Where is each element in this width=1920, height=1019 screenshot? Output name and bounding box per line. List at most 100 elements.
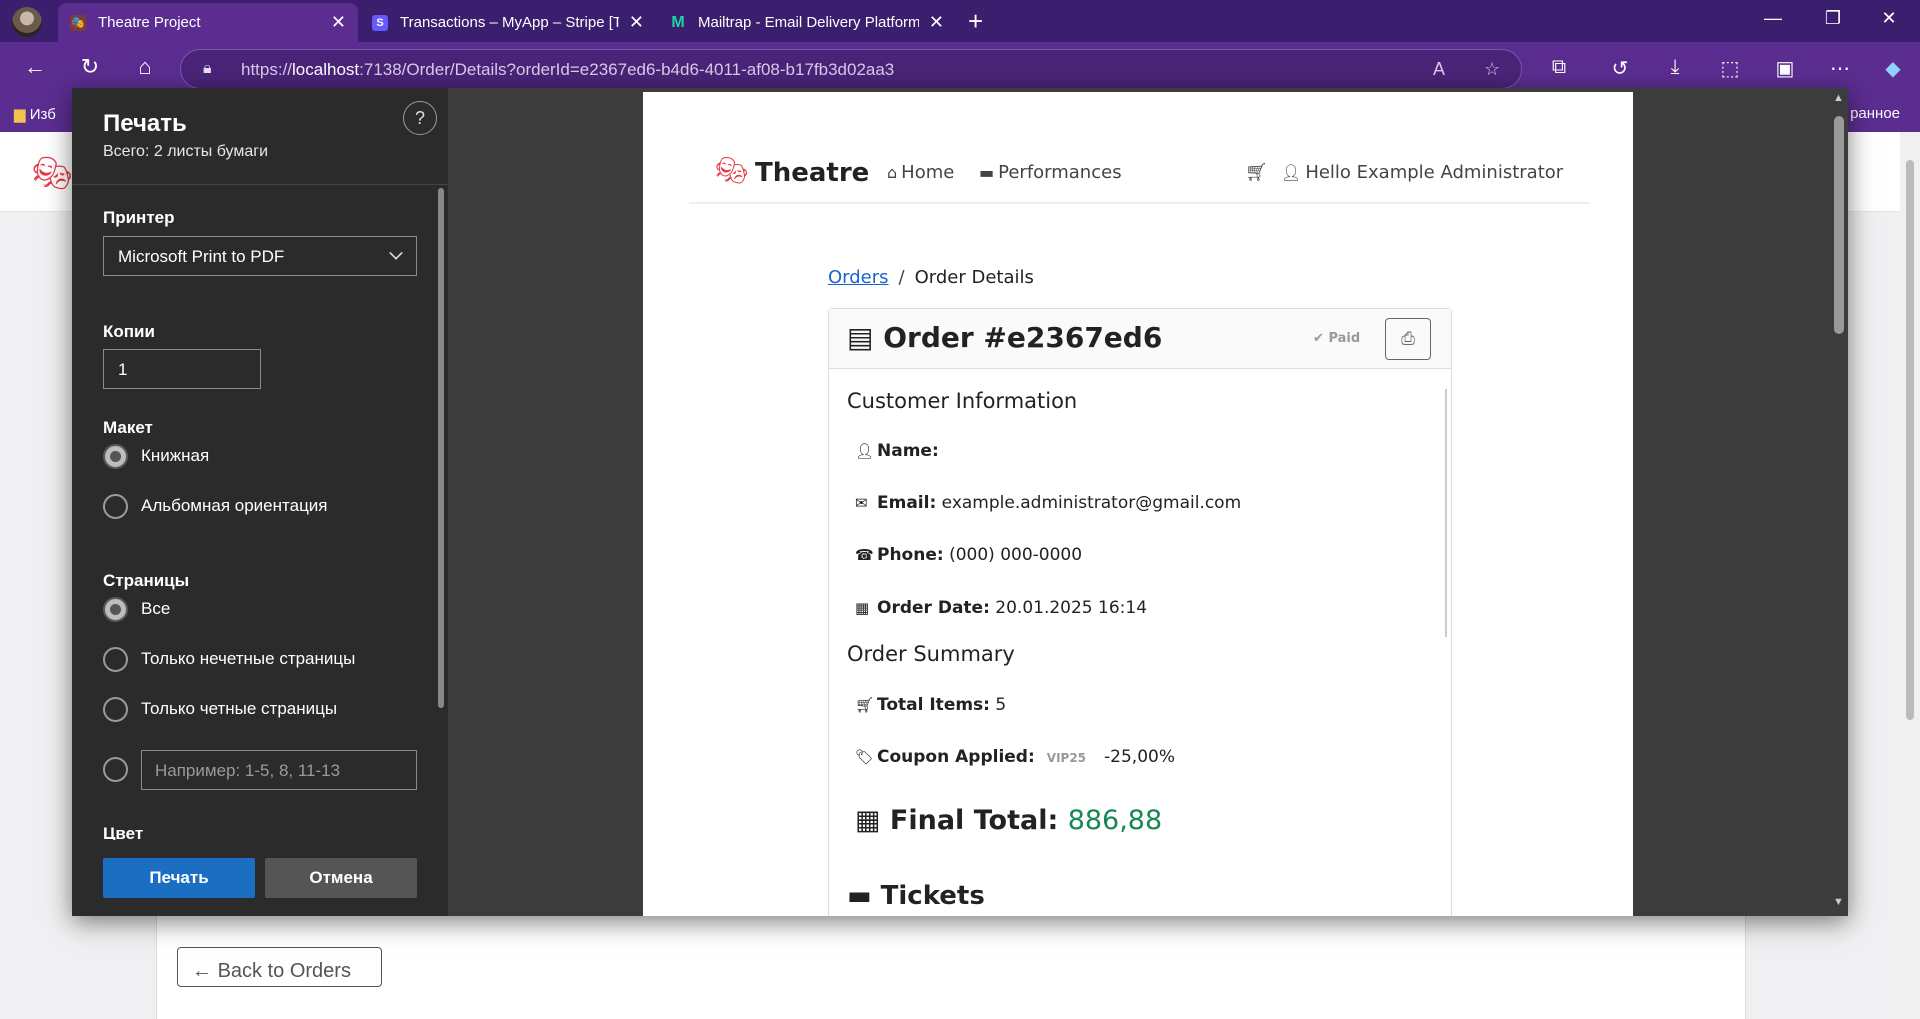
brand-name: Theatre <box>755 158 870 188</box>
tab-stripe-transactions[interactable]: S Transactions – MyApp – Stripe [Te ✕ <box>360 3 656 42</box>
customer-name-row: 👤︎ Name: <box>855 441 939 461</box>
pages-odd-option[interactable]: Только нечетные страницы <box>103 646 355 672</box>
option-label: Только четные страницы <box>141 699 338 718</box>
order-card: ▤ Order #e2367ed6 ✔ Paid ⎙ Customer Info… <box>828 308 1452 916</box>
pages-all-option[interactable]: Все <box>103 596 170 622</box>
refresh-icon[interactable]: ↻ <box>75 54 105 80</box>
scroll-down-icon[interactable]: ▼ <box>1833 896 1844 908</box>
coupon-code: VIP25 <box>1046 751 1087 765</box>
profile-avatar[interactable] <box>12 7 42 37</box>
tab-theatre-project[interactable]: 🎭 Theatre Project ✕ <box>58 3 358 42</box>
close-tab-icon[interactable]: ✕ <box>629 12 644 33</box>
radio-unselected[interactable] <box>103 493 128 519</box>
tab-title: Theatre Project <box>98 14 201 31</box>
layout-landscape-option[interactable]: Альбомная ориентация <box>103 493 328 519</box>
folder-icon: ▆ <box>14 106 26 123</box>
scrollbar-thumb[interactable] <box>1906 160 1914 720</box>
more-menu-icon[interactable]: ⋯ <box>1825 56 1855 81</box>
restore-icon[interactable]: ❐ <box>1818 8 1848 29</box>
nav-home: ⌂ Home <box>887 162 955 183</box>
cart-icon: 🛒︎ <box>1245 162 1268 183</box>
calendar-icon: ▦ <box>855 599 870 617</box>
download-icon[interactable]: ⤓ <box>1660 56 1690 79</box>
url-text[interactable]: https://localhost:7138/Order/Details?ord… <box>241 60 894 80</box>
option-label: Альбомная ориентация <box>141 496 328 515</box>
copilot-icon[interactable]: ◆ <box>1878 56 1908 81</box>
chevron-down-icon <box>389 246 403 260</box>
dialog-title: Печать <box>103 110 187 137</box>
preview-navbar: 🎭︎ Theatre ⌂ Home ▬ Performances 🛒︎ 👤︎ Hell… <box>689 138 1589 204</box>
scrollbar-thumb[interactable] <box>1834 116 1844 334</box>
theatre-masks-icon[interactable]: 🎭︎ <box>32 154 73 192</box>
option-label: Только нечетные страницы <box>141 649 356 668</box>
radio-selected[interactable] <box>103 596 128 622</box>
tag-icon: 🏷︎ <box>855 748 875 766</box>
coupon-row: 🏷︎ Coupon Applied: VIP25 -25,00% <box>855 747 1175 767</box>
print-button[interactable]: Печать <box>103 858 255 898</box>
page-range-input[interactable]: Например: 1-5, 8, 11-13 <box>141 750 417 790</box>
theatre-favicon-icon: 🎭 <box>70 14 86 31</box>
cart-icon: 🛒︎ <box>855 696 875 714</box>
ticket-icon: ▬ <box>979 163 995 182</box>
screenshot-icon[interactable]: ⬚ <box>1715 56 1745 81</box>
printer-value: Microsoft Print to PDF <box>118 247 285 266</box>
tickets-heading: ▬ Tickets <box>847 881 985 911</box>
theatre-masks-icon: 🎭︎ <box>715 156 749 186</box>
pages-custom-option[interactable] <box>103 756 141 782</box>
user-icon: 👤︎ <box>1281 163 1302 182</box>
minimize-icon[interactable]: — <box>1758 8 1788 29</box>
help-button[interactable]: ? <box>403 101 437 135</box>
mailtrap-favicon-icon: M <box>671 13 685 31</box>
back-to-orders-button[interactable]: ← Back to Orders <box>177 947 382 987</box>
print-preview-page: 🎭︎ Theatre ⌂ Home ▬ Performances 🛒︎ 👤︎ Hell… <box>643 92 1633 916</box>
preview-scrollbar[interactable]: ▲ ▼ <box>1830 88 1848 916</box>
settings-scrollbar[interactable] <box>438 188 444 708</box>
pages-even-option[interactable]: Только четные страницы <box>103 696 337 722</box>
bookmark-folder-favorites[interactable]: ▆ Изб <box>14 105 56 123</box>
new-tab-button[interactable]: + <box>968 6 983 36</box>
receipt-icon: ▤ <box>847 321 874 354</box>
printer-label: Принтер <box>103 208 175 227</box>
page-scrollbar[interactable] <box>1900 132 1920 1019</box>
bookmark-other-favorites[interactable]: ранное <box>1850 105 1900 122</box>
breadcrumb-separator: / <box>898 267 905 288</box>
user-icon: 👤︎ <box>855 442 875 460</box>
order-date-row: ▦ Order Date: 20.01.2025 16:14 <box>855 598 1148 618</box>
close-window-icon[interactable]: ✕ <box>1874 8 1904 29</box>
radio-unselected[interactable] <box>103 646 128 672</box>
favorite-star-icon[interactable]: ☆ <box>1484 59 1500 80</box>
option-label: Все <box>141 599 171 618</box>
breadcrumb-orders-link: Orders <box>828 267 889 288</box>
lock-icon[interactable]: 🔒︎ <box>203 60 212 78</box>
calculator-icon: ▦ <box>855 805 881 836</box>
printer-select[interactable]: Microsoft Print to PDF <box>103 236 417 276</box>
tab-mailtrap[interactable]: M Mailtrap - Email Delivery Platform ✕ <box>658 3 956 42</box>
copies-input[interactable]: 1 <box>103 349 261 389</box>
breadcrumb-current: Order Details <box>914 267 1034 288</box>
layout-label: Макет <box>103 418 153 437</box>
tab-title: Transactions – MyApp – Stripe [Te <box>400 14 619 31</box>
radio-selected[interactable] <box>103 443 128 469</box>
scroll-up-icon[interactable]: ▲ <box>1833 92 1844 104</box>
pages-label: Страницы <box>103 571 190 590</box>
breadcrumb: Orders / Order Details <box>828 267 1034 288</box>
sheet-count: Всего: 2 листы бумаги <box>103 143 269 160</box>
customer-phone-row: ☎ Phone: (000) 000-0000 <box>855 545 1083 565</box>
layout-portrait-option[interactable]: Книжная <box>103 443 209 469</box>
divider <box>72 184 448 185</box>
close-tab-icon[interactable]: ✕ <box>331 12 346 33</box>
radio-unselected[interactable] <box>103 696 128 722</box>
address-bar[interactable]: 🔒︎ https://localhost:7138/Order/Details?… <box>180 49 1522 89</box>
cancel-button[interactable]: Отмена <box>265 858 417 898</box>
history-icon[interactable]: ↺ <box>1605 56 1635 81</box>
read-aloud-icon[interactable]: A <box>1433 59 1445 80</box>
extensions-icon[interactable]: ⧉ <box>1544 56 1574 79</box>
phone-icon: ☎ <box>855 546 874 564</box>
collections-icon[interactable]: ▣ <box>1770 56 1800 81</box>
back-arrow-icon[interactable]: ← <box>20 54 50 80</box>
radio-unselected[interactable] <box>103 756 128 782</box>
home-icon[interactable]: ⌂ <box>130 54 160 80</box>
close-tab-icon[interactable]: ✕ <box>929 12 944 33</box>
envelope-icon: ✉ <box>855 494 868 512</box>
order-summary-heading: Order Summary <box>847 642 1015 666</box>
